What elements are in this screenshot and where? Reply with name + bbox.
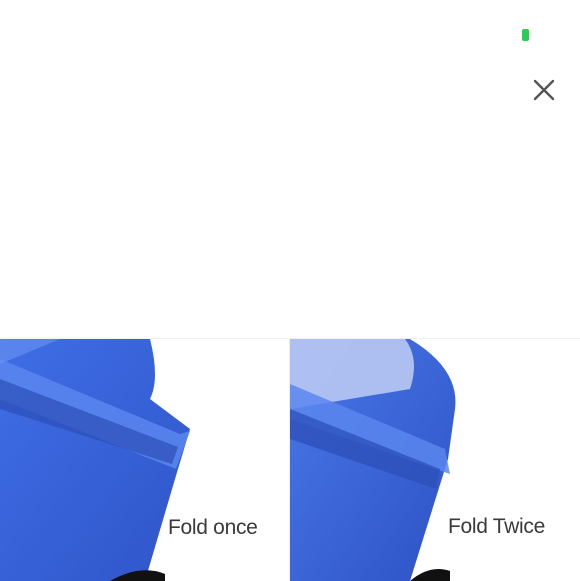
waterproof-pouch-image [290, 339, 580, 581]
close-icon [533, 79, 555, 101]
status-indicator [522, 29, 529, 41]
waterproof-pouch-image [0, 339, 289, 581]
fold-twice-photo [289, 338, 580, 581]
product-image-strip [0, 338, 580, 580]
fold-twice-caption: Fold Twice [448, 515, 545, 539]
fold-once-caption: Fold once [168, 516, 258, 540]
fold-once-photo [0, 338, 289, 581]
close-button[interactable] [528, 74, 560, 106]
